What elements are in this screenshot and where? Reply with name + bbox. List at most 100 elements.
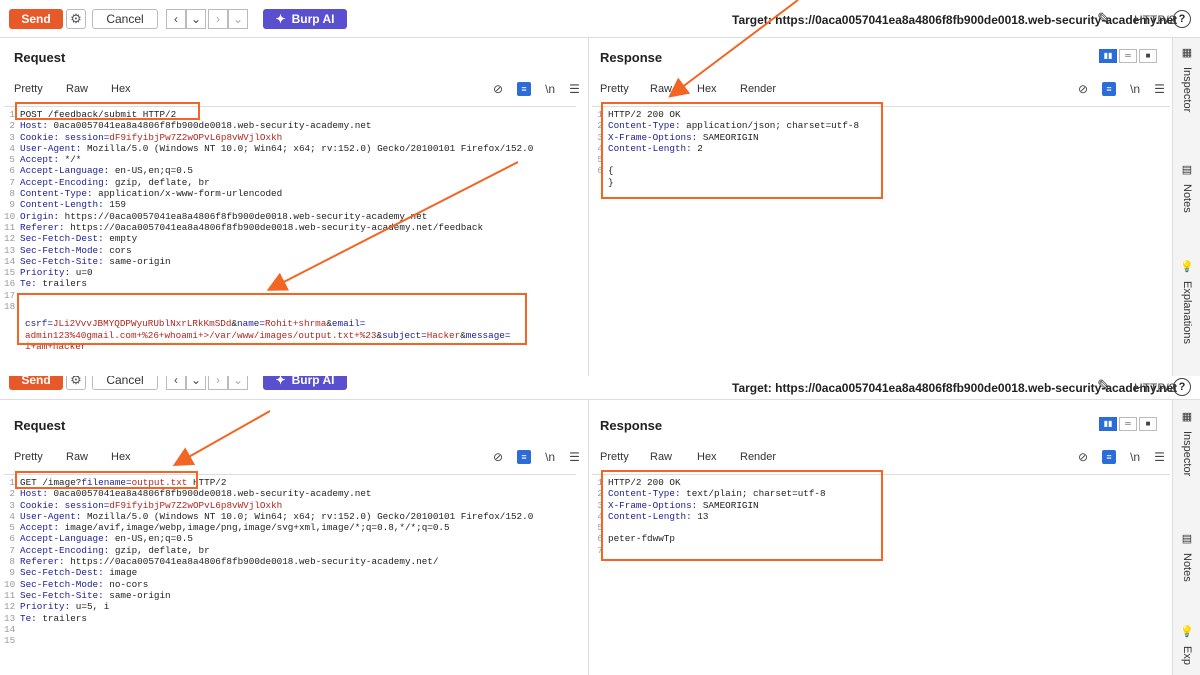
pane-divider[interactable] <box>588 400 589 675</box>
line-text: Content-Length: 159 <box>18 199 126 210</box>
code-line: 7 Accept-Encoding: gzip, deflate, br <box>4 177 576 188</box>
horizontal-view-icon[interactable]: ═ <box>1119 49 1137 63</box>
line-text: Te: trailers <box>18 278 87 289</box>
highlight-request-line <box>15 102 200 120</box>
burp-ai-button[interactable]: ✦ Burp AI <box>263 376 347 390</box>
request-title: Request <box>14 50 66 65</box>
hide-icon[interactable]: ⊘ <box>1078 82 1088 96</box>
cancel-button[interactable]: Cancel <box>92 9 158 29</box>
code-token: Accept-Language: <box>20 165 115 177</box>
code-line: 9 Content-Length: 159 <box>4 199 576 210</box>
tab-hex[interactable]: Hex <box>111 83 131 95</box>
pencil-icon[interactable]: ✎ <box>1097 376 1110 396</box>
back-arrow-icon[interactable]: ‹ <box>166 9 186 29</box>
wrap-icon[interactable]: ≡ <box>517 450 532 464</box>
burp-ai-label: Burp AI <box>291 376 335 387</box>
code-token: https://0aca0057041ea8a4806f8fb900de0018… <box>70 221 484 233</box>
code-token: dF9ifyibjPw7Z2wOPvL6p8vWVjlOxkh <box>109 131 283 143</box>
line-text: Sec-Fetch-Site: same-origin <box>18 590 171 601</box>
pane-divider[interactable] <box>588 38 589 382</box>
tab-raw[interactable]: Raw <box>650 451 697 463</box>
newline-toggle[interactable]: \n <box>1130 82 1140 96</box>
single-view-icon[interactable]: ■ <box>1139 417 1157 431</box>
inspector-icon: ▦ <box>1181 411 1193 423</box>
horizontal-view-icon[interactable]: ═ <box>1119 417 1137 431</box>
tab-hex[interactable]: Hex <box>697 451 740 463</box>
menu-icon[interactable]: ☰ <box>1154 82 1165 96</box>
wrap-icon[interactable]: ≡ <box>1102 82 1117 96</box>
code-token: Content-Type: <box>20 188 99 200</box>
forward-dropdown-icon[interactable]: ⌄ <box>228 9 248 29</box>
request-editor[interactable]: 1 GET /image?filename=output.txt HTTP/2 2 H… <box>4 474 576 675</box>
hide-icon[interactable]: ⊘ <box>1078 450 1088 464</box>
gear-icon[interactable]: ⚙ <box>66 376 86 390</box>
cancel-button[interactable]: Cancel <box>92 376 158 390</box>
tab-render[interactable]: Render <box>740 83 776 95</box>
code-token: Referer: <box>20 221 71 233</box>
split-view-icon[interactable]: ▮▮ <box>1099 49 1117 63</box>
http-version[interactable]: HTTP/2 <box>1134 381 1175 395</box>
code-line: 8 Referer: https://0aca0057041ea8a4806f8f… <box>4 556 576 567</box>
explanations-tab[interactable]: 💡 Exp <box>1173 625 1200 665</box>
help-icon[interactable]: ? <box>1173 10 1191 28</box>
notes-tab[interactable]: ▤ Notes <box>1173 163 1200 213</box>
forward-arrow-icon[interactable]: › <box>208 376 228 390</box>
newline-toggle[interactable]: \n <box>545 82 555 96</box>
code-token: dF9ifyibjPw7Z2wOPvL6p8vWVjlOxkh <box>109 499 283 511</box>
wrap-icon[interactable]: ≡ <box>517 82 532 96</box>
newline-toggle[interactable]: \n <box>545 450 555 464</box>
help-icon[interactable]: ? <box>1173 378 1191 396</box>
tab-render[interactable]: Render <box>740 451 776 463</box>
code-line: 14 Sec-Fetch-Site: same-origin <box>4 256 576 267</box>
line-number: 7 <box>9 544 15 556</box>
single-view-icon[interactable]: ■ <box>1139 49 1157 63</box>
menu-icon[interactable]: ☰ <box>1154 450 1165 464</box>
tab-raw[interactable]: Raw <box>66 451 111 463</box>
inspector-tab[interactable]: ▦ Inspector <box>1173 46 1200 112</box>
explanations-tab[interactable]: 💡 Explanations <box>1173 260 1200 344</box>
line-text: Accept-Language: en-US,en;q=0.5 <box>18 165 193 176</box>
line-text: Referer: https://0aca0057041ea8a4806f8fb… <box>18 556 438 567</box>
back-arrow-icon[interactable]: ‹ <box>166 376 186 390</box>
code-token: User-Agent: <box>20 510 87 522</box>
code-token: Host: <box>20 120 54 132</box>
forward-dropdown-icon[interactable]: ⌄ <box>228 376 248 390</box>
code-line: 4 User-Agent: Mozilla/5.0 (Windows NT 10.… <box>4 511 576 522</box>
inspector-tab[interactable]: ▦ Inspector <box>1173 410 1200 476</box>
tab-raw[interactable]: Raw <box>66 83 111 95</box>
code-token: Accept: <box>20 154 65 166</box>
tab-pretty[interactable]: Pretty <box>600 83 650 95</box>
back-dropdown-icon[interactable]: ⌄ <box>186 376 206 390</box>
line-text: Host: 0aca0057041ea8a4806f8fb900de0018.w… <box>18 120 372 131</box>
tab-raw[interactable]: Raw <box>650 83 697 95</box>
tab-hex[interactable]: Hex <box>697 83 740 95</box>
send-button[interactable]: Send <box>9 376 63 390</box>
notes-tab[interactable]: ▤ Notes <box>1173 532 1200 582</box>
bottom-toolbar: Send ⚙ Cancel ‹ ⌄ › ⌄ ✦ Burp AI Target: h… <box>0 376 1200 400</box>
wrap-icon[interactable]: ≡ <box>1102 450 1117 464</box>
tab-hex[interactable]: Hex <box>111 451 131 463</box>
split-view-icon[interactable]: ▮▮ <box>1099 417 1117 431</box>
gear-icon[interactable]: ⚙ <box>66 9 86 29</box>
back-dropdown-icon[interactable]: ⌄ <box>186 9 206 29</box>
line-number: 3 <box>9 499 15 511</box>
line-number: 4 <box>9 510 15 522</box>
menu-icon[interactable]: ☰ <box>569 450 580 464</box>
burp-ai-button[interactable]: ✦ Burp AI <box>263 9 347 29</box>
hide-icon[interactable]: ⊘ <box>493 450 503 464</box>
layout-toggle[interactable]: ▮▮ ═ ■ <box>1099 417 1157 431</box>
forward-arrow-icon[interactable]: › <box>208 9 228 29</box>
pencil-icon[interactable]: ✎ <box>1097 9 1110 29</box>
http-version[interactable]: HTTP/2 <box>1134 13 1175 27</box>
code-token: Sec-Fetch-Dest: <box>20 567 110 579</box>
tab-pretty[interactable]: Pretty <box>14 83 66 95</box>
send-button[interactable]: Send <box>9 9 63 29</box>
newline-toggle[interactable]: \n <box>1130 450 1140 464</box>
code-line: 3 Cookie: session=dF9ifyibjPw7Z2wOPvL6p8v… <box>4 132 576 143</box>
hide-icon[interactable]: ⊘ <box>493 82 503 96</box>
line-text: Priority: u=0 <box>18 267 93 278</box>
tab-pretty[interactable]: Pretty <box>600 451 650 463</box>
tab-pretty[interactable]: Pretty <box>14 451 66 463</box>
layout-toggle[interactable]: ▮▮ ═ ■ <box>1099 49 1157 63</box>
menu-icon[interactable]: ☰ <box>569 82 580 96</box>
